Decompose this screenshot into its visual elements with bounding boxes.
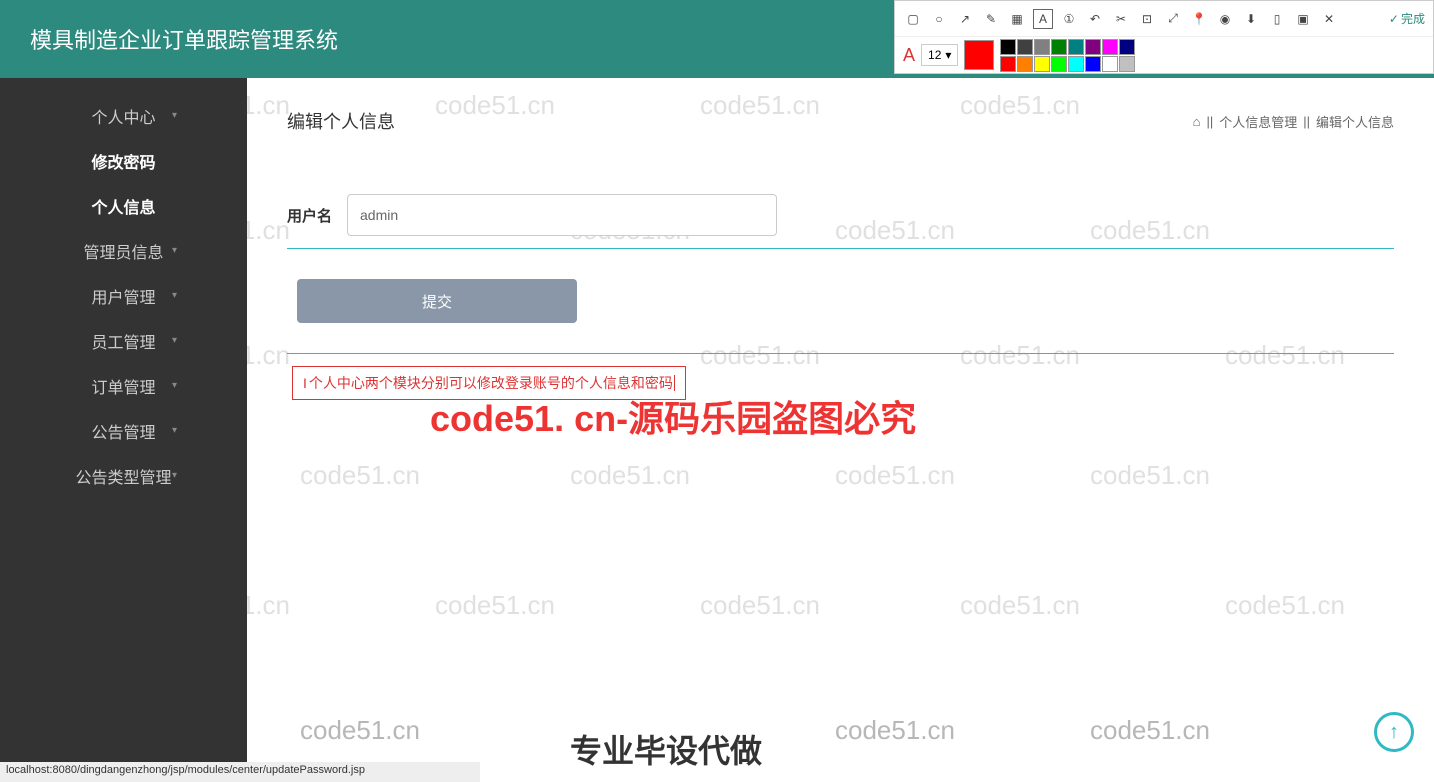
rect-icon[interactable]: ▢ [903, 9, 923, 29]
pin-icon[interactable]: 📍 [1189, 9, 1209, 29]
color-swatch[interactable] [1085, 39, 1101, 55]
submit-button[interactable]: 提交 [297, 279, 577, 323]
close-icon[interactable]: ✕ [1319, 9, 1339, 29]
color-swatch[interactable] [1000, 39, 1016, 55]
record-icon[interactable]: ◉ [1215, 9, 1235, 29]
big-watermark: code51. cn-源码乐园盗图必究 [430, 390, 916, 442]
color-palette[interactable] [1000, 39, 1135, 72]
sidebar: 个人中心▾修改密码个人信息管理员信息▾用户管理▾员工管理▾订单管理▾公告管理▾公… [0, 78, 247, 762]
username-row: 用户名 [287, 194, 1394, 249]
color-swatch[interactable] [1034, 56, 1050, 72]
color-swatch[interactable] [1119, 39, 1135, 55]
font-size-select[interactable]: 12▾ [921, 44, 958, 66]
sidebar-item-0[interactable]: 个人中心▾ [0, 93, 247, 138]
annotation-toolbar: ▢ ○ ↗ ✎ ▦ A ① ↶ ✂ ⊡ ⤢ 📍 ◉ ⬇ ▯ ▣ ✕ ✓ 完成 A… [894, 0, 1434, 74]
number-icon[interactable]: ① [1059, 9, 1079, 29]
sidebar-item-1[interactable]: 修改密码 [0, 138, 247, 183]
pen-icon[interactable]: ✎ [981, 9, 1001, 29]
color-swatch[interactable] [1017, 39, 1033, 55]
mosaic-icon[interactable]: ▦ [1007, 9, 1027, 29]
sidebar-item-6[interactable]: 订单管理▾ [0, 363, 247, 408]
chevron-down-icon: ▾ [172, 470, 177, 481]
color-swatch[interactable] [1119, 56, 1135, 72]
download-icon[interactable]: ⬇ [1241, 9, 1261, 29]
username-label: 用户名 [287, 205, 347, 226]
color-swatch[interactable] [1102, 39, 1118, 55]
color-swatch[interactable] [1034, 39, 1050, 55]
chevron-down-icon: ▾ [172, 245, 177, 256]
color-swatch[interactable] [1051, 56, 1067, 72]
chevron-down-icon: ▾ [172, 380, 177, 391]
copy-icon[interactable]: ▣ [1293, 9, 1313, 29]
app-title: 模具制造企业订单跟踪管理系统 [30, 23, 338, 55]
statusbar: localhost:8080/dingdangenzhong/jsp/modul… [0, 762, 480, 782]
circle-icon[interactable]: ○ [929, 9, 949, 29]
footer-watermark: 专业毕设代做 [570, 726, 762, 772]
color-swatch[interactable] [1085, 56, 1101, 72]
sidebar-item-7[interactable]: 公告管理▾ [0, 408, 247, 453]
color-swatch[interactable] [1017, 56, 1033, 72]
text-icon[interactable]: A [1033, 9, 1053, 29]
chevron-down-icon: ▾ [172, 110, 177, 121]
cut-icon[interactable]: ✂ [1111, 9, 1131, 29]
font-color-indicator: A [903, 45, 915, 66]
color-swatch[interactable] [1000, 56, 1016, 72]
page-title: 编辑个人信息 [287, 108, 395, 134]
username-input[interactable] [347, 194, 777, 236]
current-color[interactable] [964, 40, 994, 70]
breadcrumb-l1[interactable]: 个人信息管理 [1219, 112, 1297, 131]
chevron-down-icon: ▾ [172, 290, 177, 301]
scroll-top-button[interactable]: ↑ [1374, 712, 1414, 752]
color-swatch[interactable] [1068, 56, 1084, 72]
undo-icon[interactable]: ↶ [1085, 9, 1105, 29]
breadcrumb: ⌂ || 个人信息管理 || 编辑个人信息 [1193, 112, 1394, 131]
chevron-down-icon: ▾ [172, 425, 177, 436]
arrow-icon[interactable]: ↗ [955, 9, 975, 29]
color-swatch[interactable] [1068, 39, 1084, 55]
done-button[interactable]: ✓ 完成 [1389, 10, 1425, 27]
chevron-down-icon: ▾ [172, 335, 177, 346]
sidebar-item-3[interactable]: 管理员信息▾ [0, 228, 247, 273]
sidebar-item-4[interactable]: 用户管理▾ [0, 273, 247, 318]
sidebar-item-2[interactable]: 个人信息 [0, 183, 247, 228]
ocr-icon[interactable]: ⊡ [1137, 9, 1157, 29]
color-swatch[interactable] [1102, 56, 1118, 72]
breadcrumb-l2: 编辑个人信息 [1316, 112, 1394, 131]
divider [287, 353, 1394, 354]
sidebar-item-5[interactable]: 员工管理▾ [0, 318, 247, 363]
sidebar-item-8[interactable]: 公告类型管理▾ [0, 453, 247, 498]
expand-icon[interactable]: ⤢ [1163, 9, 1183, 29]
home-icon[interactable]: ⌂ [1193, 114, 1201, 129]
save-icon[interactable]: ▯ [1267, 9, 1287, 29]
color-swatch[interactable] [1051, 39, 1067, 55]
